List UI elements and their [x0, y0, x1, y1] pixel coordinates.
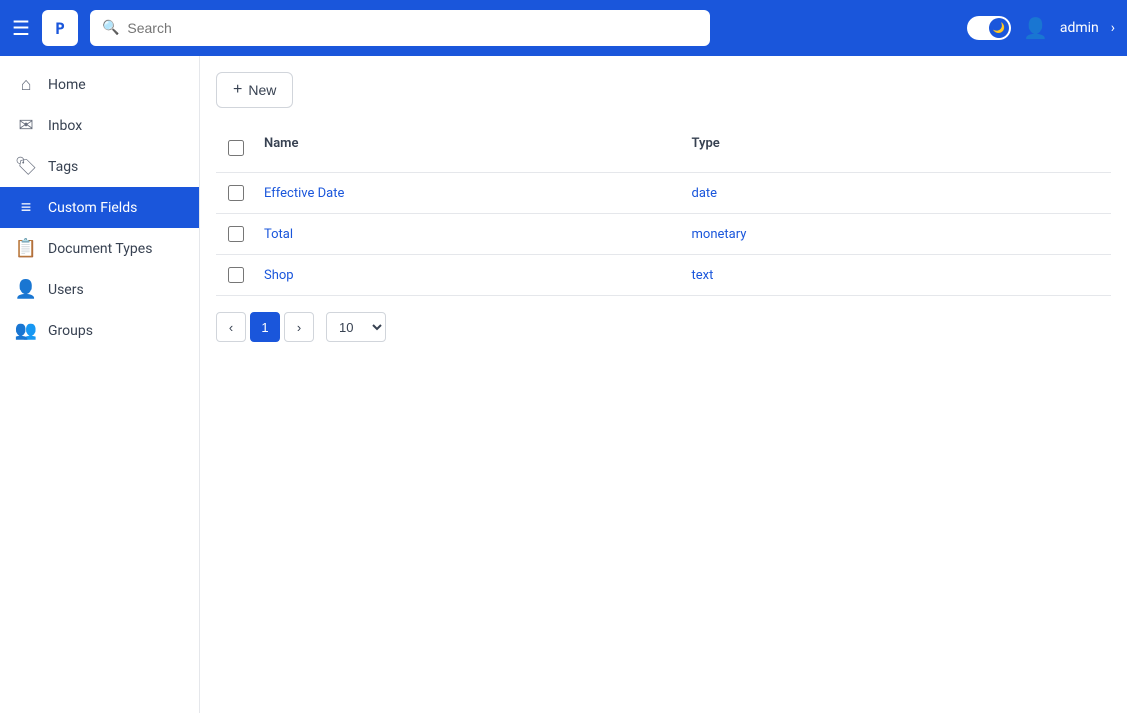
user-icon: 👤 [1023, 16, 1048, 40]
page-1-button[interactable]: 1 [250, 312, 280, 342]
sidebar-item-home[interactable]: ⌂ Home [0, 64, 199, 105]
sidebar-item-groups-label: Groups [48, 323, 93, 339]
prev-page-button[interactable]: ‹ [216, 312, 246, 342]
menu-icon[interactable]: ☰ [12, 16, 30, 40]
type-column-header: Type [684, 132, 1112, 164]
document-types-icon: 📋 [16, 238, 36, 259]
sidebar-item-tags[interactable]: 🏷 Tags [0, 146, 199, 187]
custom-fields-icon: ≡ [16, 197, 36, 218]
sidebar-item-inbox-label: Inbox [48, 118, 82, 134]
sidebar-item-document-types[interactable]: 📋 Document Types [0, 228, 199, 269]
sidebar-item-users-label: Users [48, 282, 84, 298]
home-icon: ⌂ [16, 74, 36, 95]
select-all-checkbox[interactable] [228, 140, 244, 156]
sidebar-item-custom-fields[interactable]: ≡ Custom Fields [0, 187, 199, 228]
row-3-type: text [684, 260, 1112, 291]
row-3-checkbox-cell [216, 259, 256, 291]
search-input[interactable] [127, 20, 698, 36]
new-button-label: New [248, 82, 276, 98]
main-content: + New Name Type Effective Date date Tota… [200, 56, 1127, 713]
new-button[interactable]: + New [216, 72, 293, 108]
groups-icon: 👥 [16, 320, 36, 341]
search-bar: 🔍 [90, 10, 710, 46]
row-1-checkbox[interactable] [228, 185, 244, 201]
row-2-checkbox[interactable] [228, 226, 244, 242]
users-icon: 👤 [16, 279, 36, 300]
pagination: ‹ 1 › 10 25 50 100 [216, 312, 1111, 342]
topbar: ☰ P 🔍 🌙 👤 admin › [0, 0, 1127, 56]
row-2-type: monetary [684, 219, 1112, 250]
row-3-name[interactable]: Shop [256, 260, 684, 291]
sidebar-item-users[interactable]: 👤 Users [0, 269, 199, 310]
next-page-button[interactable]: › [284, 312, 314, 342]
row-1-name[interactable]: Effective Date [256, 178, 684, 209]
custom-fields-table: Name Type Effective Date date Total mone… [216, 124, 1111, 296]
name-column-header: Name [256, 132, 684, 164]
sidebar: ⌂ Home ✉ Inbox 🏷 Tags ≡ Custom Fields 📋 … [0, 56, 200, 713]
table-row: Total monetary [216, 214, 1111, 255]
row-1-checkbox-cell [216, 177, 256, 209]
inbox-icon: ✉ [16, 115, 36, 136]
table-row: Shop text [216, 255, 1111, 296]
sidebar-item-document-types-label: Document Types [48, 241, 152, 257]
topbar-right: 🌙 👤 admin › [967, 16, 1115, 40]
row-2-name[interactable]: Total [256, 219, 684, 250]
row-3-checkbox[interactable] [228, 267, 244, 283]
sidebar-item-tags-label: Tags [48, 159, 78, 175]
page-size-select[interactable]: 10 25 50 100 [326, 312, 386, 342]
sidebar-item-home-label: Home [48, 77, 86, 93]
sidebar-item-groups[interactable]: 👥 Groups [0, 310, 199, 351]
username-label: admin [1060, 20, 1099, 36]
theme-toggle[interactable]: 🌙 [967, 16, 1011, 40]
app-logo: P [42, 10, 78, 46]
sidebar-item-inbox[interactable]: ✉ Inbox [0, 105, 199, 146]
search-icon: 🔍 [102, 20, 119, 36]
row-2-checkbox-cell [216, 218, 256, 250]
header-checkbox-cell [216, 132, 256, 164]
theme-toggle-knob: 🌙 [989, 18, 1009, 38]
tags-icon: 🏷 [16, 156, 36, 177]
table-row: Effective Date date [216, 173, 1111, 214]
user-menu-chevron[interactable]: › [1111, 20, 1115, 36]
table-header: Name Type [216, 124, 1111, 173]
new-button-icon: + [233, 81, 242, 99]
sidebar-item-custom-fields-label: Custom Fields [48, 200, 137, 216]
row-1-type: date [684, 178, 1112, 209]
